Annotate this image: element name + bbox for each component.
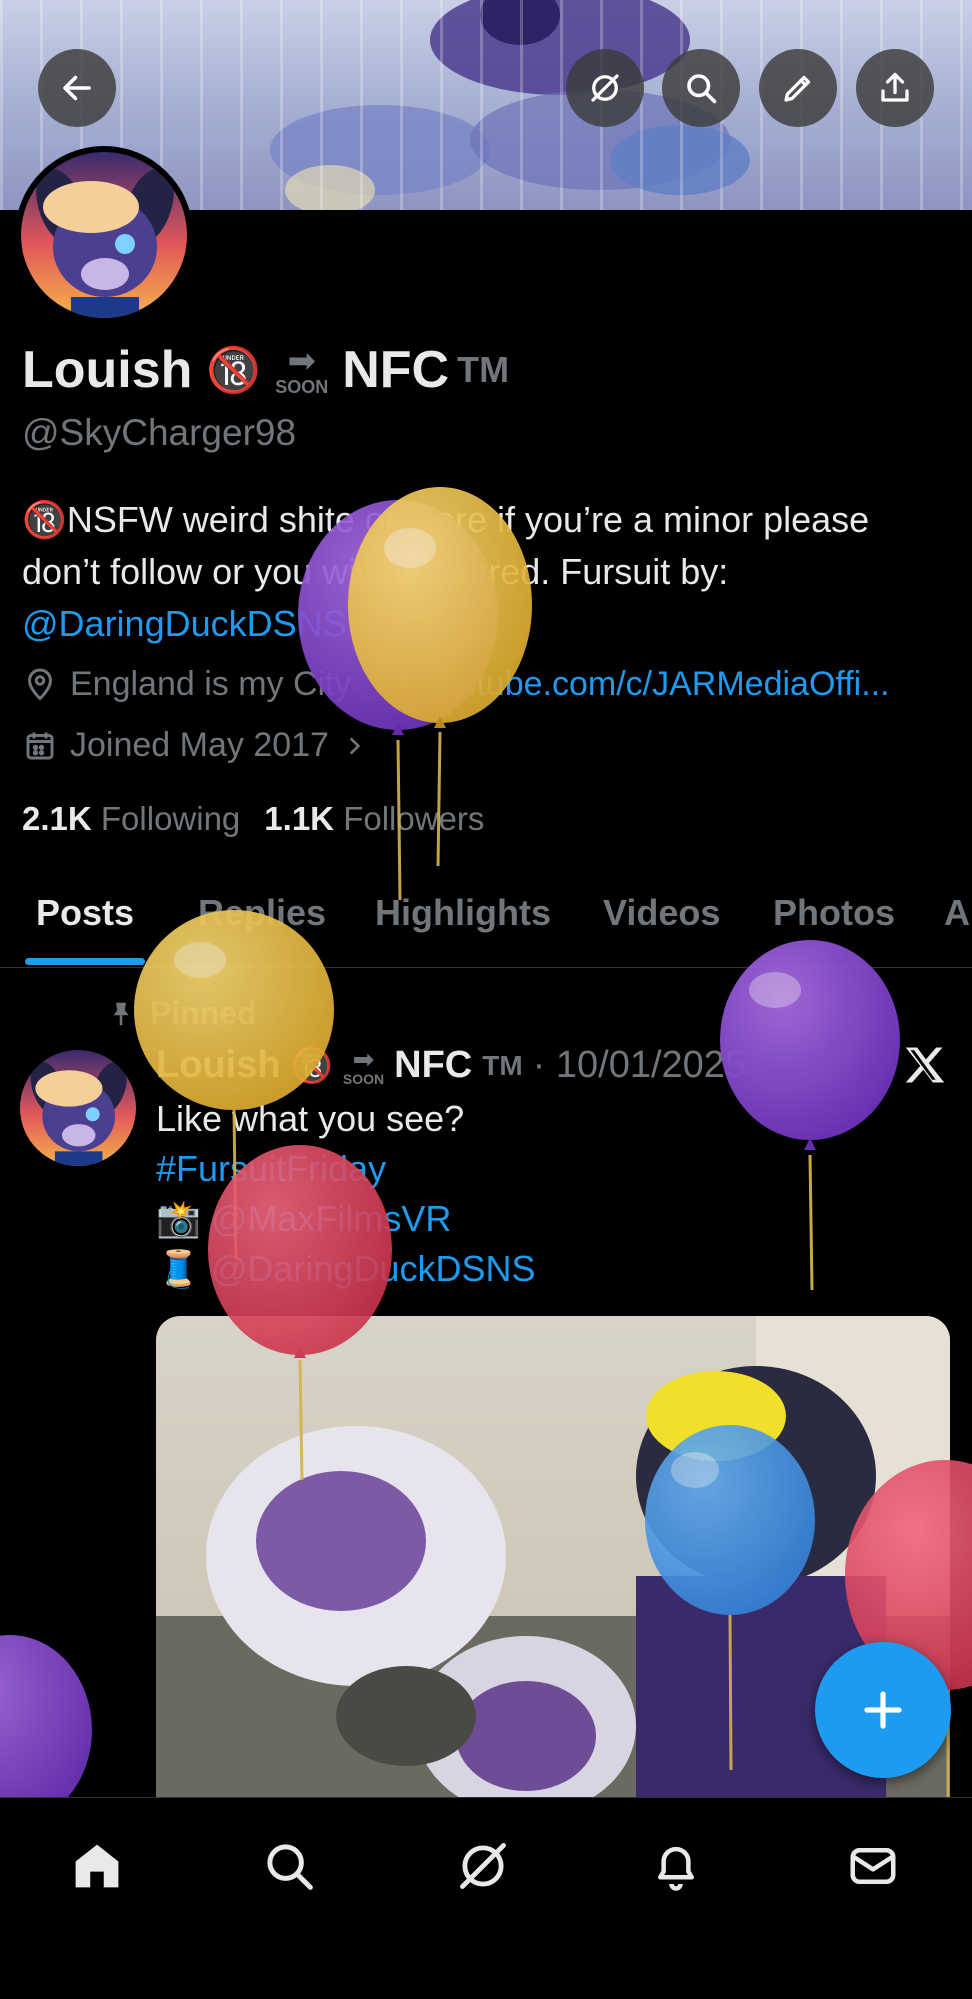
- post-soon-emoji: ➡ SOON: [343, 1046, 384, 1086]
- tab-photos[interactable]: Photos: [773, 892, 895, 934]
- nav-search-button[interactable]: [249, 1826, 329, 1906]
- following-count: 2.1K: [22, 800, 92, 837]
- no-under-18-emoji: 🔞: [206, 346, 262, 395]
- back-arrow-icon: [63, 75, 91, 101]
- post-author-emoji: 🔞: [290, 1046, 333, 1085]
- nav-home-button[interactable]: [57, 1826, 137, 1906]
- follow-stats: 2.1K Following 1.1K Followers: [22, 800, 484, 838]
- pinned-indicator: Pinned: [106, 995, 257, 1032]
- trademark-symbol: TM: [457, 349, 510, 390]
- profile-handle: @SkyCharger98: [22, 412, 297, 453]
- back-button[interactable]: [38, 49, 116, 127]
- profile-avatar[interactable]: [15, 146, 193, 324]
- tab-replies[interactable]: Replies: [198, 892, 326, 934]
- post-soon-label: SOON: [342, 1070, 385, 1087]
- nav-grok-button[interactable]: [443, 1826, 523, 1906]
- bio-text: NSFW weird shite on here if you’re a min…: [22, 499, 870, 592]
- location-text: England is my City: [70, 665, 352, 703]
- messages-icon: [850, 1848, 896, 1884]
- search-button[interactable]: [662, 49, 740, 127]
- pinned-label: Pinned: [150, 995, 257, 1031]
- post-author-name[interactable]: Louish: [156, 1044, 281, 1087]
- edit-icon: [784, 75, 811, 102]
- followers-count: 1.1K: [264, 800, 335, 837]
- link-icon: [381, 672, 406, 697]
- home-icon: [75, 1844, 119, 1888]
- followers-label: Followers: [343, 800, 485, 837]
- balloon-purple-2: [720, 940, 900, 1291]
- notifications-icon: [658, 1846, 694, 1891]
- post-trademark: TM: [482, 1049, 523, 1081]
- post-text-line: Like what you see?: [156, 1098, 465, 1139]
- location-pin-icon: [27, 668, 53, 701]
- post-avatar-image: [20, 1050, 136, 1166]
- post-author-nfc: NFC: [394, 1044, 473, 1086]
- profile-bio: 🔞NSFW weird shite on here if you’re a mi…: [22, 494, 952, 650]
- tab-videos[interactable]: Videos: [603, 892, 720, 934]
- bottom-navigation-bar: [0, 1797, 972, 1999]
- profile-name-row: Louish 🔞 ➡ SOON NFC TM: [22, 340, 509, 400]
- search-icon: [687, 74, 717, 104]
- post-hashtag-link[interactable]: #FursuitFriday: [156, 1144, 535, 1194]
- website-link[interactable]: youtube.com/c/JARMediaOffi...: [422, 665, 890, 704]
- nav-messages-button[interactable]: [833, 1826, 913, 1906]
- post-soon-arrow-icon: ➡: [352, 1043, 375, 1074]
- tab-articles[interactable]: A: [944, 892, 970, 934]
- post-date[interactable]: · 10/01/2025: [533, 1044, 746, 1087]
- search-icon: [267, 1844, 313, 1890]
- followers-stat[interactable]: 1.1K Followers: [264, 800, 484, 838]
- grok-icon: [460, 1843, 506, 1889]
- share-button[interactable]: [856, 49, 934, 127]
- profile-tabs: Posts Replies Highlights Videos Photos A: [0, 880, 972, 968]
- post-author-avatar[interactable]: [20, 1050, 136, 1166]
- post-thread-credit-line: 🧵 @DaringDuckDSNS: [156, 1244, 535, 1294]
- chevron-right-icon: [349, 736, 361, 755]
- edit-button[interactable]: [759, 49, 837, 127]
- location-row: England is my City youtube.com/c/JARMedi…: [22, 665, 890, 704]
- thread-credit-link[interactable]: @DaringDuckDSNS: [211, 1248, 536, 1289]
- calendar-icon: [26, 732, 54, 759]
- post-body: Like what you see? #FursuitFriday 📸 @Max…: [156, 1094, 535, 1294]
- grok-icon: [591, 74, 619, 102]
- soon-emoji: ➡ SOON: [275, 344, 328, 396]
- thread-emoji: 🧵: [156, 1248, 201, 1289]
- bio-emoji: 🔞: [22, 499, 67, 540]
- avatar-image: [21, 152, 187, 318]
- profile-name: Louish: [22, 341, 193, 399]
- soon-arrow-icon: ➡: [287, 342, 316, 380]
- bio-mention-link[interactable]: @DaringDuckDSNS: [22, 603, 347, 644]
- joined-text: Joined May 2017: [70, 726, 329, 764]
- plus-icon: [864, 1691, 902, 1729]
- active-tab-indicator: [25, 958, 145, 965]
- pin-icon: [113, 1002, 129, 1025]
- post-camera-credit-line: 📸 @MaxFilmsVR: [156, 1194, 535, 1244]
- post-header: Louish 🔞 ➡ SOON NFC TM · 10/01/2025: [156, 1044, 746, 1087]
- grok-button[interactable]: [566, 49, 644, 127]
- x-logo-icon: [904, 1045, 946, 1090]
- tab-posts[interactable]: Posts: [36, 892, 134, 934]
- nav-notifications-button[interactable]: [636, 1826, 716, 1906]
- profile-name-nfc: NFC: [342, 341, 450, 399]
- compose-post-button[interactable]: [815, 1642, 951, 1778]
- camera-credit-link[interactable]: @MaxFilmsVR: [211, 1198, 452, 1239]
- joined-row[interactable]: Joined May 2017: [22, 726, 367, 765]
- tab-highlights[interactable]: Highlights: [375, 892, 551, 934]
- following-stat[interactable]: 2.1K Following: [22, 800, 240, 838]
- soon-label: SOON: [275, 377, 329, 397]
- camera-emoji: 📸: [156, 1198, 201, 1239]
- following-label: Following: [100, 800, 241, 837]
- share-icon: [881, 72, 909, 102]
